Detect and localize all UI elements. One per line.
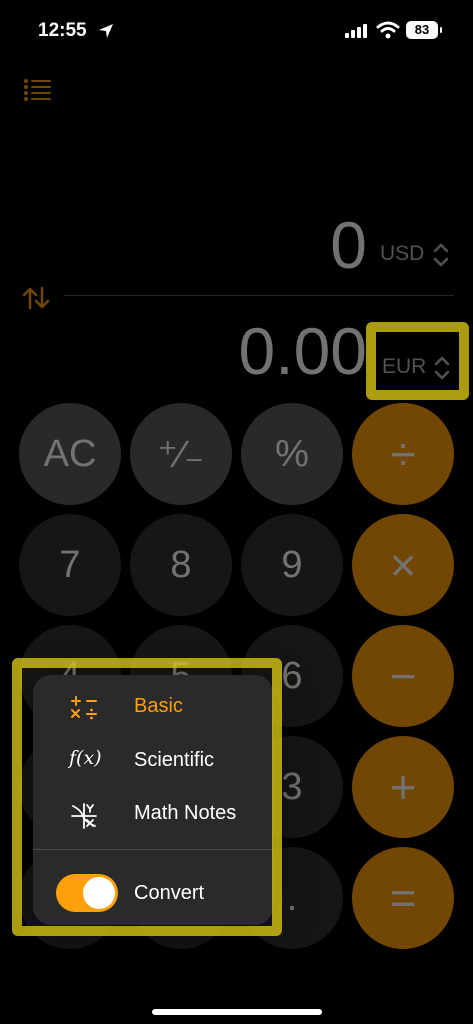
converter-divider [64,295,454,296]
annotation-highlight-menu [12,658,282,936]
home-indicator [152,1009,322,1015]
status-time: 12:55 [38,20,87,41]
swap-arrows-icon[interactable] [22,286,50,315]
battery-indicator: 83 [406,21,442,39]
digit-8-button[interactable]: 8 [130,514,232,616]
equals-button[interactable]: = [352,847,454,949]
divide-button[interactable]: ÷ [352,403,454,505]
add-button[interactable]: + [352,736,454,838]
bottom-amount-display: 0.00 [238,314,367,388]
history-list-icon[interactable] [24,79,52,106]
location-arrow-icon [98,23,114,44]
all-clear-button[interactable]: AC [19,403,121,505]
multiply-button[interactable]: × [352,514,454,616]
wifi-icon [376,21,400,44]
plus-minus-button[interactable]: ⁺∕₋ [130,403,232,505]
cellular-signal-icon [345,24,369,43]
subtract-button[interactable]: − [352,625,454,727]
top-currency-label[interactable]: USD [380,242,424,266]
percent-button[interactable]: % [241,403,343,505]
annotation-highlight-currency [366,322,469,400]
digit-7-button[interactable]: 7 [19,514,121,616]
up-down-chevron-icon[interactable] [432,241,450,274]
top-amount-display: 0 [330,208,367,282]
digit-9-button[interactable]: 9 [241,514,343,616]
